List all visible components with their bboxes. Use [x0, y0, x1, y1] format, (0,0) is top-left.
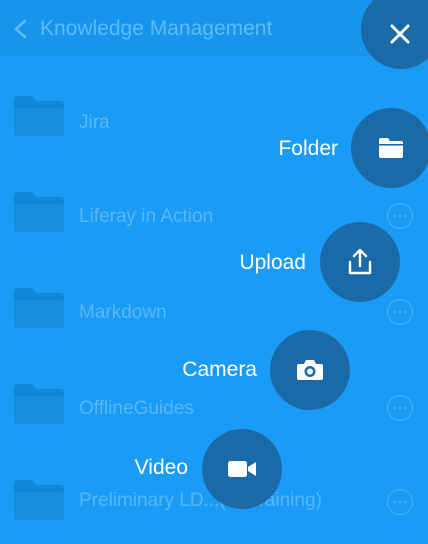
camera-action-label[interactable]: Camera: [182, 358, 257, 382]
chevron-left-icon[interactable]: [12, 19, 30, 39]
camera-button[interactable]: [270, 330, 350, 410]
camera-icon: [297, 360, 323, 380]
folder-icon: [14, 192, 64, 232]
new-folder-button[interactable]: [351, 108, 428, 188]
upload-button[interactable]: [320, 222, 400, 302]
close-button[interactable]: [361, 0, 428, 69]
more-options-icon[interactable]: [386, 298, 414, 326]
video-button[interactable]: [202, 429, 282, 509]
more-options-icon[interactable]: [386, 202, 414, 230]
folder-name: Jira: [79, 112, 110, 133]
folder-name: Liferay in Action: [79, 206, 214, 227]
folder-icon: [14, 384, 64, 424]
folder-action-label[interactable]: Folder: [278, 137, 338, 161]
folder-icon: [14, 96, 64, 136]
folder-icon: [14, 480, 64, 520]
folder-icon: [14, 288, 64, 328]
page-title: Knowledge Management: [40, 17, 273, 40]
list-item[interactable]: OfflineGuides: [0, 384, 428, 448]
folder-icon: [379, 138, 403, 158]
video-camera-icon: [228, 461, 256, 477]
upload-icon: [348, 248, 372, 275]
upload-action-label[interactable]: Upload: [239, 251, 306, 275]
folder-name: OfflineGuides: [79, 398, 194, 419]
more-options-icon[interactable]: [386, 394, 414, 422]
video-action-label[interactable]: Video: [135, 456, 188, 480]
folder-name: Markdown: [79, 302, 167, 323]
close-icon: [390, 24, 410, 44]
folder-name: Preliminary LD...(for training): [79, 490, 322, 511]
more-options-icon[interactable]: [386, 488, 414, 516]
